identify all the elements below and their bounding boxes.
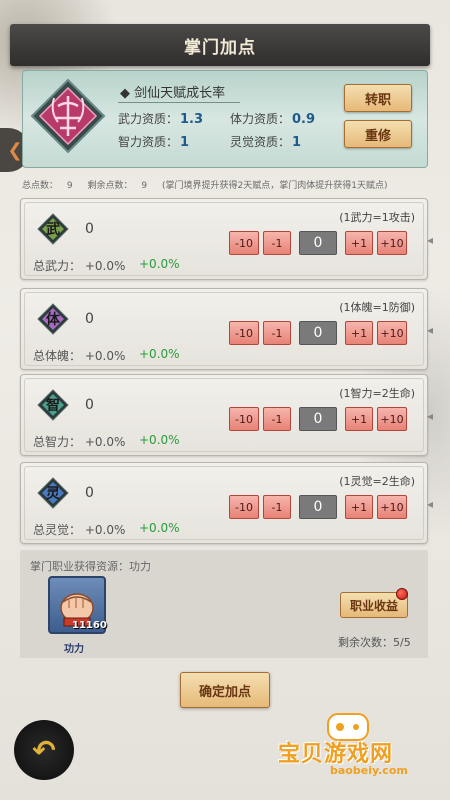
attribute-value: 0 [85,397,94,413]
watermark-url: baobeiy.com [330,764,408,777]
attribute-rule: (1体魄=1防御) [339,301,415,314]
points-input[interactable]: 0 [299,495,337,519]
plus-1-button[interactable]: +1 [345,231,373,255]
attribute-glyph: 智 [46,398,60,414]
back-button[interactable]: ↶ [14,720,74,780]
attribute-bonus: +0.0% [139,433,180,447]
attribute-value: 0 [85,221,94,237]
chevron-right-icon: ◂ [426,497,433,511]
attribute-panel: 智 0 (1智力=2生命) 总智力： +0.0% +0.0% -10 -1 0 … [20,374,433,456]
minus-10-button[interactable]: -10 [229,321,259,345]
resource-label: 掌门职业获得资源：功力 [30,560,151,573]
confirm-points-button[interactable]: 确定加点 [180,672,270,708]
plus-10-button[interactable]: +10 [377,495,407,519]
stat-intellect: 智力资质： 1 [118,135,190,150]
attribute-panel: 武 0 (1武力=1攻击) 总武力： +0.0% +0.0% -10 -1 0 … [20,198,433,280]
attribute-glyph: 武 [46,222,60,238]
attribute-bonus: +0.0% [139,521,180,535]
minus-10-button[interactable]: -10 [229,231,259,255]
attribute-rule: (1智力=2生命) [339,387,415,400]
attribute-value: 0 [85,485,94,501]
transfer-button[interactable]: 转职 [344,84,412,112]
attribute-glyph: 灵 [46,486,60,502]
attribute-total: 总灵觉： +0.0% [33,523,126,537]
chevron-right-icon: ◂ [426,409,433,423]
back-arrow-icon: ↶ [32,733,56,767]
attribute-glyph: 体 [46,312,60,328]
points-input[interactable]: 0 [299,321,337,345]
chevron-left-icon: ❮ [7,139,23,161]
attribute-value: 0 [85,311,94,327]
title-bar: 掌门加点 [10,24,430,66]
points-note: (掌门境界提升获得2天赋点，掌门肉体提升获得1天赋点) [162,181,388,191]
minus-1-button[interactable]: -1 [263,495,291,519]
attribute-total: 总体魄： +0.0% [33,349,126,363]
stat-perception: 灵觉资质： 1 [230,135,302,150]
plus-1-button[interactable]: +1 [345,407,373,431]
notification-dot [396,588,408,600]
minus-10-button[interactable]: -10 [229,495,259,519]
plus-10-button[interactable]: +10 [377,231,407,255]
attribute-rule: (1武力=1攻击) [339,211,415,224]
chevron-right-icon: ◂ [426,233,433,247]
sword-sect-emblem-icon [30,78,106,154]
attribute-panel: 灵 0 (1灵觉=2生命) 总灵觉： +0.0% +0.0% -10 -1 0 … [20,462,433,544]
plus-1-button[interactable]: +1 [345,495,373,519]
page-title: 掌门加点 [184,37,256,58]
total-points-label: 总点数： 9 [22,181,73,191]
divider [118,102,240,103]
attribute-total: 总智力： +0.0% [33,435,126,449]
points-summary: 总点数： 9 剩余点数： 9 (掌门境界提升获得2天赋点，掌门肉体提升获得1天赋… [22,178,393,191]
item-name: 功力 [64,644,84,655]
minus-1-button[interactable]: -1 [263,407,291,431]
attribute-panel: 体 0 (1体魄=1防御) 总体魄： +0.0% +0.0% -10 -1 0 … [20,288,433,370]
attribute-total: 总武力： +0.0% [33,259,126,273]
stat-stamina: 体力资质： 0.9 [230,112,316,127]
minus-1-button[interactable]: -1 [263,321,291,345]
reset-button[interactable]: 重修 [344,120,412,148]
points-input[interactable]: 0 [299,407,337,431]
remaining-points-label: 剩余点数： 9 [87,181,148,191]
remaining-count: 剩余次数：5/5 [338,636,411,649]
attribute-rule: (1灵觉=2生命) [339,475,415,488]
points-input[interactable]: 0 [299,231,337,255]
stat-force: 武力资质： 1.3 [118,112,204,127]
attribute-bonus: +0.0% [139,347,180,361]
plus-10-button[interactable]: +10 [377,321,407,345]
talent-title: ◆ 剑仙天赋成长率 [120,86,226,101]
item-count: 11160 [72,620,107,631]
minus-10-button[interactable]: -10 [229,407,259,431]
plus-10-button[interactable]: +10 [377,407,407,431]
minus-1-button[interactable]: -1 [263,231,291,255]
chevron-right-icon: ◂ [426,323,433,337]
attribute-bonus: +0.0% [139,257,180,271]
plus-1-button[interactable]: +1 [345,321,373,345]
